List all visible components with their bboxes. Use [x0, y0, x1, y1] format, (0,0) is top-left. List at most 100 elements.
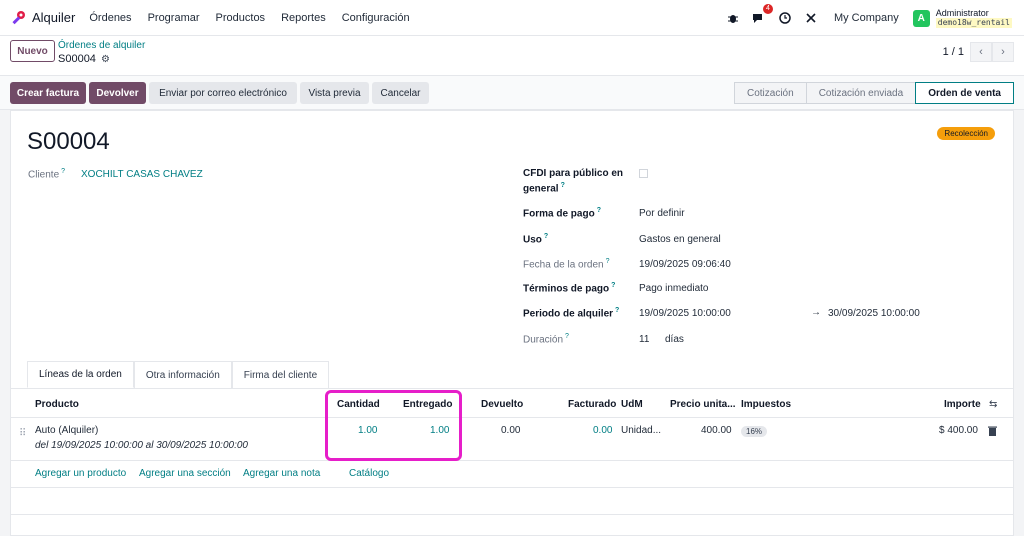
column-header-taxes[interactable]: Impuestos: [741, 399, 791, 410]
payment-terms-label-text: Términos de pago: [523, 283, 610, 295]
order-date-label: Fecha de la orden?: [523, 258, 610, 271]
payment-terms-field[interactable]: Pago inmediato: [639, 283, 709, 294]
payment-method-label-text: Forma de pago: [523, 208, 595, 220]
duration-label: Duración?: [523, 333, 569, 346]
top-navbar: Alquiler Órdenes Programar Productos Rep…: [0, 0, 1024, 36]
duration-label-text: Duración: [523, 334, 564, 346]
clock-icon[interactable]: [776, 9, 794, 27]
footer-divider: [11, 487, 1013, 488]
database-name: demo18w_rentail: [935, 18, 1012, 28]
payment-terms-label: Términos de pago?: [523, 282, 616, 295]
catalog-link[interactable]: Catálogo: [349, 468, 389, 479]
column-header-product[interactable]: Producto: [35, 399, 79, 410]
order-date-label-text: Fecha de la orden: [523, 259, 604, 271]
chevron-right-icon[interactable]: ›: [992, 42, 1014, 62]
tab-customer-signature[interactable]: Firma del cliente: [231, 361, 330, 388]
add-product-link[interactable]: Agregar un producto: [35, 468, 126, 479]
menu-item-products[interactable]: Productos: [216, 12, 266, 24]
arrow-right-icon: →: [811, 307, 821, 318]
column-settings-icon[interactable]: ⇆: [989, 399, 997, 410]
row-invoiced: 0.00: [593, 425, 613, 436]
notebook-tabs: Líneas de la orden Otra información Firm…: [27, 361, 330, 388]
navbar-right: 4 My Company A Administrator demo18w_ren…: [716, 0, 1012, 36]
column-header-amount[interactable]: Importe: [944, 399, 981, 410]
control-panel: Nuevo Órdenes de alquiler S00004 ⚙ 1 / 1…: [0, 36, 1024, 76]
column-header-uom[interactable]: UdM: [621, 399, 643, 410]
row-tax-badge[interactable]: 16%: [741, 426, 768, 437]
cancel-button[interactable]: Cancelar: [372, 82, 429, 104]
chevron-left-icon[interactable]: ‹: [970, 42, 992, 62]
cfdi-label-line2: general?: [523, 182, 565, 195]
stage-sales-order[interactable]: Orden de venta: [915, 82, 1014, 104]
payment-method-field[interactable]: Por definir: [639, 208, 685, 219]
row-uom[interactable]: Unidad...: [621, 425, 661, 436]
app-brand[interactable]: Alquiler: [10, 10, 75, 26]
cfdi-label-text: general: [523, 183, 559, 195]
customer-label: Cliente?: [28, 168, 66, 181]
chat-icon[interactable]: 4: [750, 4, 773, 27]
form-sheet: S00004 Recolección Cliente? XOCHILT CASA…: [10, 110, 1014, 536]
return-button[interactable]: Devolver: [89, 82, 146, 104]
menu-item-orders[interactable]: Órdenes: [89, 12, 131, 24]
rental-end-field[interactable]: 30/09/2025 10:00:00: [828, 308, 920, 319]
app-name: Alquiler: [32, 10, 76, 25]
tools-icon[interactable]: [802, 9, 820, 27]
column-header-invoiced[interactable]: Facturado: [568, 399, 616, 410]
customer-field[interactable]: XOCHILT CASAS CHAVEZ: [81, 169, 203, 180]
usage-field[interactable]: Gastos en general: [639, 234, 721, 245]
message-count-badge: 4: [763, 4, 773, 14]
row-product[interactable]: Auto (Alquiler): [35, 425, 98, 436]
row-rental-period: del 19/09/2025 10:00:00 al 30/09/2025 10…: [35, 440, 248, 451]
breadcrumb[interactable]: Órdenes de alquiler: [58, 40, 145, 51]
payment-method-label: Forma de pago?: [523, 207, 601, 220]
cfdi-label-line1: CFDI para público en: [523, 168, 624, 179]
trash-icon[interactable]: [988, 426, 997, 439]
add-section-link[interactable]: Agregar una sección: [139, 468, 231, 479]
menu-item-configuration[interactable]: Configuración: [342, 12, 410, 24]
usage-label-text: Uso: [523, 234, 542, 246]
create-invoice-button[interactable]: Crear factura: [10, 82, 86, 104]
rental-period-label-text: Periodo de alquiler: [523, 308, 614, 320]
user-menu[interactable]: Administrator demo18w_rentail: [935, 8, 1012, 28]
rental-period-label: Periodo de alquiler?: [523, 307, 620, 320]
user-name: Administrator: [935, 8, 989, 18]
pager-value[interactable]: 1 / 1: [943, 46, 964, 58]
preview-button[interactable]: Vista previa: [300, 82, 369, 104]
tab-order-lines[interactable]: Líneas de la orden: [27, 361, 134, 388]
pager: 1 / 1 ‹ ›: [943, 42, 1014, 62]
main-menu: Órdenes Programar Productos Reportes Con…: [89, 12, 425, 24]
action-bar: Crear factura Devolver Enviar por correo…: [0, 76, 1024, 110]
row-amount: $ 400.00: [939, 425, 978, 436]
row-returned[interactable]: 0.00: [501, 425, 520, 436]
menu-item-reports[interactable]: Reportes: [281, 12, 326, 24]
customer-label-text: Cliente: [28, 169, 60, 181]
avatar[interactable]: A: [912, 9, 930, 27]
highlight-annotation: [325, 390, 462, 461]
duration-value[interactable]: 11: [639, 334, 649, 345]
add-note-link[interactable]: Agregar una nota: [243, 468, 320, 479]
rental-start-field[interactable]: 19/09/2025 10:00:00: [639, 308, 731, 319]
column-header-unit-price[interactable]: Precio unita...: [670, 399, 736, 410]
footer-divider-2: [11, 514, 1013, 515]
row-unit-price[interactable]: 400.00: [701, 425, 732, 436]
cfdi-checkbox[interactable]: [639, 169, 648, 178]
page-title: S00004: [27, 128, 110, 155]
menu-item-schedule[interactable]: Programar: [148, 12, 200, 24]
drag-handle-icon[interactable]: ⠿: [19, 428, 26, 439]
send-email-button[interactable]: Enviar por correo electrónico: [149, 82, 297, 104]
bug-icon[interactable]: [724, 9, 742, 27]
status-bar: Cotización Cotización enviada Orden de v…: [733, 82, 1014, 104]
duration-unit: días: [665, 334, 684, 345]
header-divider: [11, 417, 1013, 418]
column-header-returned[interactable]: Devuelto: [481, 399, 523, 410]
gear-icon[interactable]: ⚙: [101, 54, 110, 65]
stage-quotation-sent[interactable]: Cotización enviada: [805, 82, 916, 104]
order-date-field[interactable]: 19/09/2025 09:06:40: [639, 259, 731, 270]
company-switcher[interactable]: My Company: [834, 12, 899, 24]
stage-quotation[interactable]: Cotización: [733, 82, 806, 104]
tab-other-info[interactable]: Otra información: [133, 361, 232, 388]
status-badge: Recolección: [937, 127, 995, 140]
new-button[interactable]: Nuevo: [10, 40, 55, 62]
tab-divider: [11, 388, 1013, 389]
record-title: S00004: [58, 53, 96, 65]
